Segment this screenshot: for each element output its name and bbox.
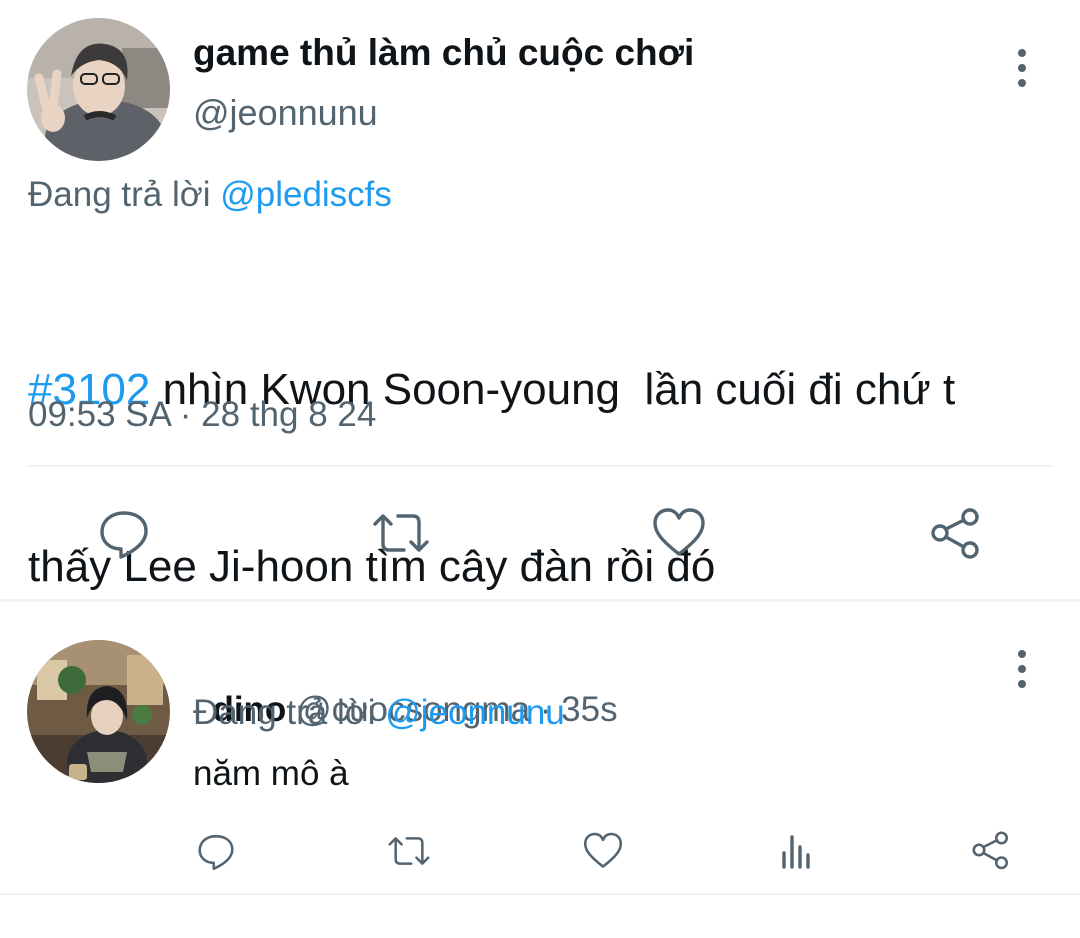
reply-text: năm mô à [193,754,349,793]
comment-button[interactable] [94,503,154,563]
share-icon [931,508,979,559]
tweet-text: #3102 nhìn Kwon Soon-young lần cuối đi c… [28,242,955,655]
share-button[interactable] [926,503,986,563]
reply-retweet-button[interactable] [384,828,434,874]
bottom-divider [0,893,1080,895]
comment-icon [198,834,234,871]
retweet-icon [388,837,430,865]
like-icon [653,508,705,556]
reply-comment-button[interactable] [193,828,239,874]
avatar-photo [27,18,170,161]
divider [27,465,1053,467]
like-icon [583,832,623,868]
comment-icon [100,511,148,559]
replying-to-line: Đang trả lời @plediscfs [28,173,392,217]
avatar-photo [27,640,170,783]
reply-more-icon[interactable] [1012,650,1032,688]
reply-replying-to-line: Đang trả lời @jeonnunu [193,691,565,735]
reply-avatar[interactable] [27,640,170,783]
replying-prefix: Đang trả lời [28,175,221,214]
retweet-button[interactable] [370,503,432,563]
tweet-text-line-2: thấy Lee Ji-hoon tìm cây đàn rồi đó [28,542,716,591]
reply-time[interactable]: 35s [561,690,617,729]
main-avatar[interactable] [27,18,170,161]
retweet-icon [373,514,429,552]
share-icon [972,831,1009,870]
reply-share-button[interactable] [967,826,1015,874]
replying-to-link[interactable]: @plediscfs [220,175,392,214]
tweet-timestamp[interactable]: 09:53 SA · 28 thg 8 24 [28,393,376,437]
analytics-icon [782,835,810,869]
user-handle[interactable]: @jeonnunu [193,91,378,135]
replying-to-link[interactable]: @jeonnunu [385,693,565,732]
replying-prefix: Đang trả lời [193,693,386,732]
like-button[interactable] [649,503,709,563]
section-divider [0,599,1080,602]
reply-analytics-button[interactable] [773,828,819,874]
display-name[interactable]: game thủ làm chủ cuộc chơi [193,31,694,75]
reply-like-button[interactable] [580,828,626,874]
more-icon[interactable] [1012,49,1032,87]
